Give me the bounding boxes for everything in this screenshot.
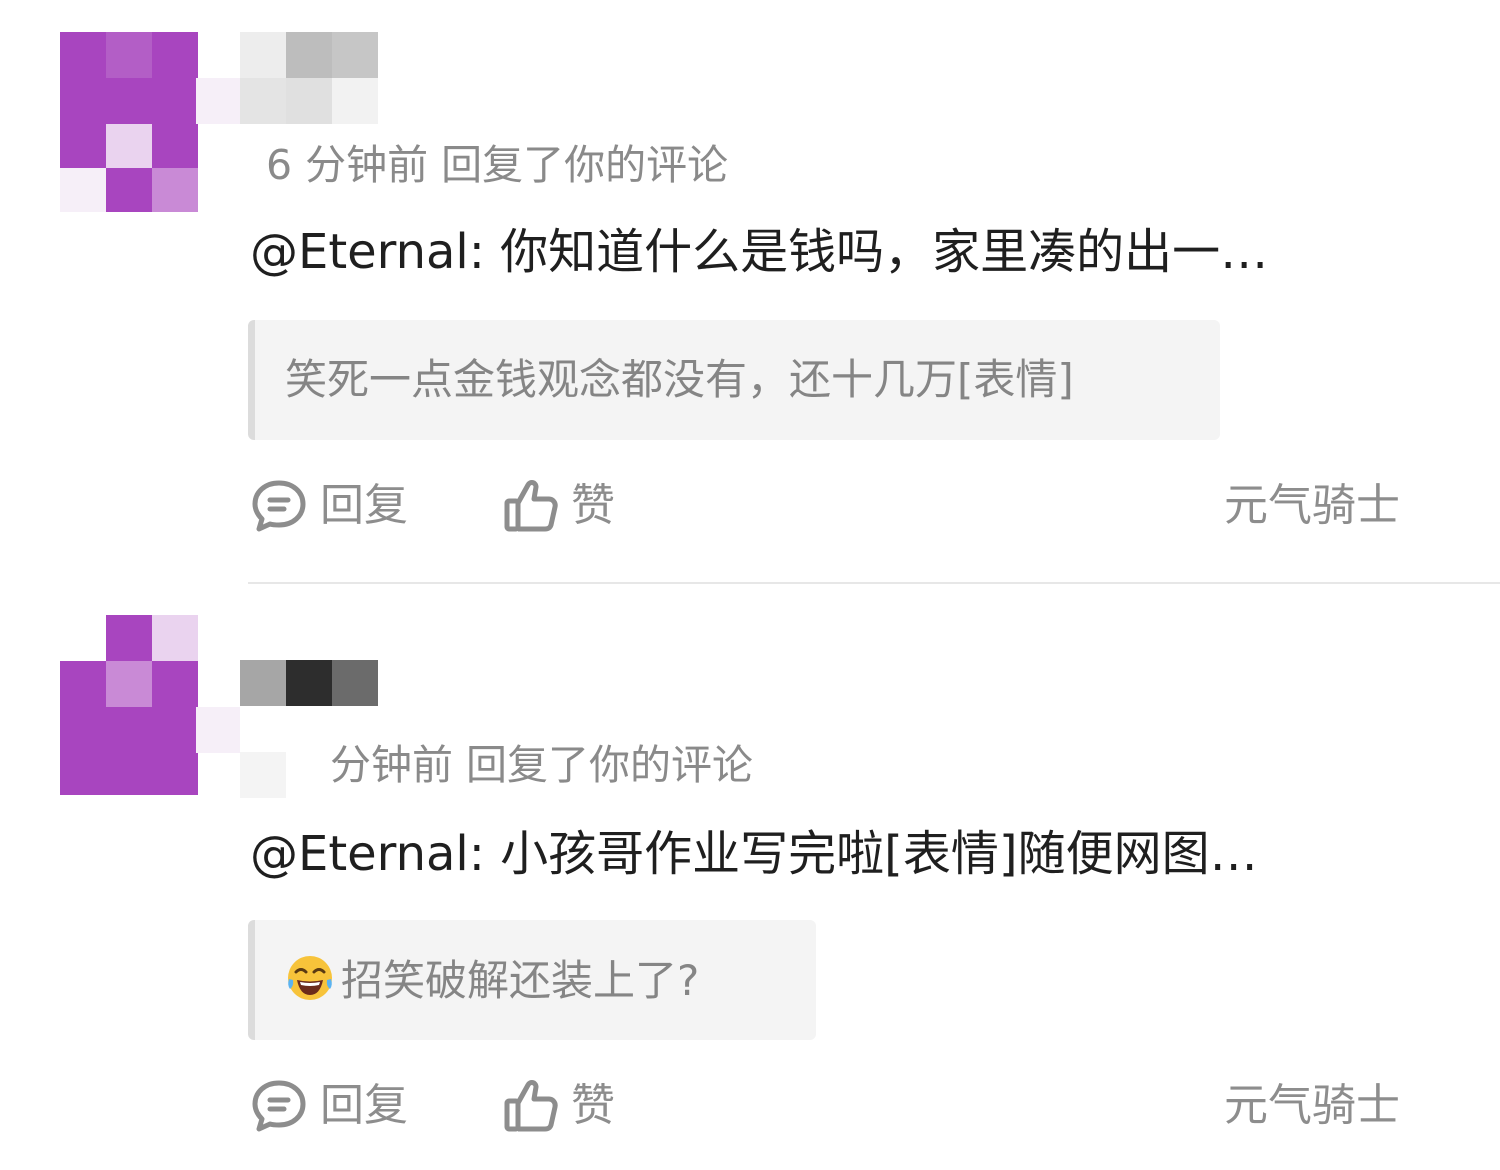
action-bar: 回复 赞 元气骑士 — [250, 1076, 1410, 1136]
reply-button[interactable]: 回复 — [250, 476, 408, 536]
notification-item[interactable]: 分钟前 回复了你的评论 @Eternal: 小孩哥作业写完啦[表情]随便网图… … — [0, 584, 1500, 1170]
reply-button[interactable]: 回复 — [250, 1076, 408, 1136]
quoted-comment-text: 笑死一点金钱观念都没有，还十几万[表情] — [285, 355, 1074, 404]
quoted-comment-text: 招笑破解还装上了? — [341, 956, 700, 1005]
tears-of-joy-emoji-icon — [285, 953, 335, 1003]
reply-label: 回复 — [320, 1080, 408, 1131]
action-bar: 回复 赞 元气骑士 — [250, 476, 1410, 536]
thumbs-up-icon — [503, 1077, 559, 1135]
quoted-comment[interactable]: 招笑破解还装上了? — [248, 920, 816, 1040]
notification-item[interactable]: 6 分钟前 回复了你的评论 @Eternal: 你知道什么是钱吗，家里凑的出一…… — [0, 0, 1500, 582]
notification-meta: 6 分钟前 回复了你的评论 — [266, 141, 729, 189]
comment-bubble-icon — [250, 477, 308, 535]
thumbs-up-icon — [503, 477, 559, 535]
avatar[interactable] — [60, 32, 240, 212]
reply-comment-text[interactable]: @Eternal: 小孩哥作业写完啦[表情]随便网图… — [250, 824, 1258, 884]
like-button[interactable]: 赞 — [503, 1076, 615, 1136]
like-label: 赞 — [571, 1080, 615, 1131]
reply-comment-text[interactable]: @Eternal: 你知道什么是钱吗，家里凑的出一… — [250, 222, 1268, 282]
like-button[interactable]: 赞 — [503, 476, 615, 536]
like-label: 赞 — [571, 480, 615, 531]
quoted-comment-content: 招笑破解还装上了? — [285, 953, 699, 1008]
quoted-comment[interactable]: 笑死一点金钱观念都没有，还十几万[表情] — [248, 320, 1220, 440]
source-game-tag[interactable]: 元气骑士 — [1224, 476, 1400, 536]
source-game-tag[interactable]: 元气骑士 — [1224, 1076, 1400, 1136]
username-redacted[interactable] — [240, 660, 380, 798]
reply-label: 回复 — [320, 480, 408, 531]
username-redacted[interactable] — [240, 32, 380, 124]
comment-bubble-icon — [250, 1077, 308, 1135]
avatar[interactable] — [60, 615, 240, 795]
notification-meta: 分钟前 回复了你的评论 — [330, 741, 754, 789]
